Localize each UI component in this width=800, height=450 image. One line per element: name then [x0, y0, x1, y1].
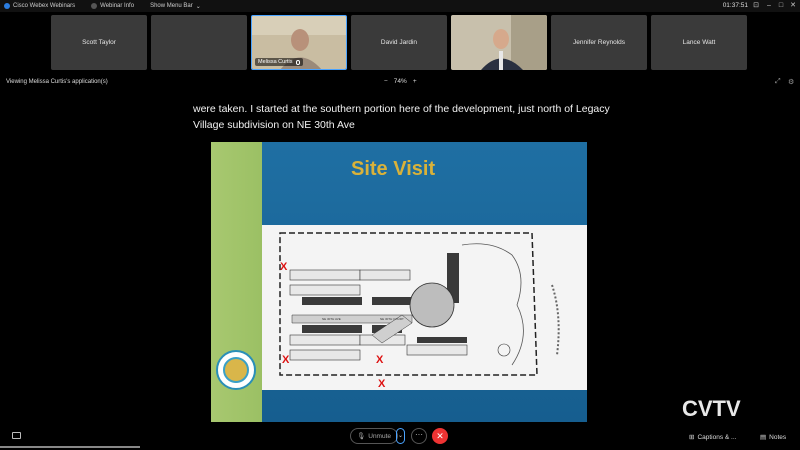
- notes-label: Notes: [769, 433, 787, 441]
- more-options-button[interactable]: ···: [411, 428, 427, 444]
- captions-icon: ⊞: [689, 434, 695, 441]
- participant-video: [451, 15, 547, 70]
- mic-icon: [295, 59, 300, 65]
- zoom-level: 74%: [393, 78, 407, 85]
- notes-icon: ▤: [760, 434, 767, 441]
- minimize-icon[interactable]: –: [764, 1, 774, 11]
- webinar-info-label: Webinar Info: [100, 3, 135, 9]
- closed-caption: were taken. I started at the southern po…: [193, 103, 610, 131]
- participant-tile-active[interactable]: Melissa Curtis: [251, 15, 347, 70]
- participant-name: David Jardin: [380, 39, 418, 46]
- zoom-in-button[interactable]: +: [413, 78, 417, 85]
- show-menu-bar-button[interactable]: Show Menu Bar ⌄: [150, 3, 201, 10]
- zoom-out-button[interactable]: −: [384, 78, 388, 85]
- cvtv-watermark-logo: CVTV: [682, 396, 741, 421]
- progress-fill: [0, 446, 140, 448]
- leave-button[interactable]: ✕: [432, 428, 448, 444]
- unmute-label: Unmute: [368, 432, 392, 440]
- shared-slide: Site Visit NE 30TH AVE NE 30TH COURT X X…: [211, 142, 587, 422]
- participant-strip: Scott Taylor Melissa Curtis David Jardin: [0, 12, 800, 72]
- participant-name: Lance Watt: [682, 39, 716, 46]
- mic-muted-icon: 🎙: [356, 433, 366, 440]
- street-label: NE 30TH AVE: [322, 317, 341, 321]
- participant-name: Melissa Curtis: [258, 59, 293, 65]
- app-menu[interactable]: Cisco Webex Webinars: [4, 3, 75, 9]
- pin-icon[interactable]: ⊡: [751, 1, 761, 11]
- audio-options-chevron-icon[interactable]: ⌄: [396, 428, 405, 444]
- notes-button[interactable]: ▤ Notes: [760, 433, 787, 442]
- participant-tile[interactable]: Jennifer Reynolds: [551, 15, 647, 70]
- participant-tile[interactable]: Lance Watt: [651, 15, 747, 70]
- captions-button[interactable]: ⊞ Captions & ...: [689, 433, 737, 442]
- title-bar: Cisco Webex Webinars Webinar Info Show M…: [0, 0, 800, 12]
- webex-logo-icon: [4, 3, 10, 9]
- app-name: Cisco Webex Webinars: [13, 3, 76, 9]
- info-icon: [91, 3, 98, 9]
- settings-icon[interactable]: ⚙: [788, 78, 794, 86]
- share-view-bar: Viewing Melissa Curtis's application(s) …: [0, 75, 800, 89]
- zoom-control: − 74% +: [384, 78, 417, 85]
- site-marker: X: [378, 378, 386, 390]
- participant-name: Scott Taylor: [82, 39, 116, 46]
- unmute-button[interactable]: 🎙 Unmute: [350, 428, 398, 444]
- clock: 01:37:51: [722, 2, 748, 9]
- site-plan-map: NE 30TH AVE NE 30TH COURT X X X X: [262, 225, 587, 390]
- annotate-icon[interactable]: ⤢: [775, 78, 781, 86]
- chat-icon[interactable]: [12, 432, 21, 439]
- webinar-info-menu[interactable]: Webinar Info: [91, 3, 134, 9]
- participant-tile[interactable]: [151, 15, 247, 70]
- site-marker: X: [282, 354, 290, 366]
- slide-title: Site Visit: [351, 158, 436, 180]
- participant-name: Jennifer Reynolds: [572, 39, 626, 46]
- site-marker: X: [280, 261, 288, 273]
- progress-bar: [0, 446, 140, 448]
- street-label: NE 30TH COURT: [380, 317, 404, 321]
- show-menu-bar-label: Show Menu Bar: [150, 3, 193, 9]
- participant-nametag: Melissa Curtis: [255, 58, 303, 66]
- captions-label: Captions & ...: [697, 433, 737, 441]
- viewing-label: Viewing Melissa Curtis's application(s): [6, 79, 108, 85]
- chevron-down-icon: ⌄: [195, 3, 201, 10]
- participant-tile[interactable]: David Jardin: [351, 15, 447, 70]
- county-seal-logo: [216, 350, 256, 390]
- site-marker: X: [376, 354, 384, 366]
- participant-tile[interactable]: Scott Taylor: [51, 15, 147, 70]
- participant-tile[interactable]: [451, 15, 547, 70]
- maximize-icon[interactable]: □: [776, 1, 786, 11]
- close-icon[interactable]: ✕: [788, 1, 798, 11]
